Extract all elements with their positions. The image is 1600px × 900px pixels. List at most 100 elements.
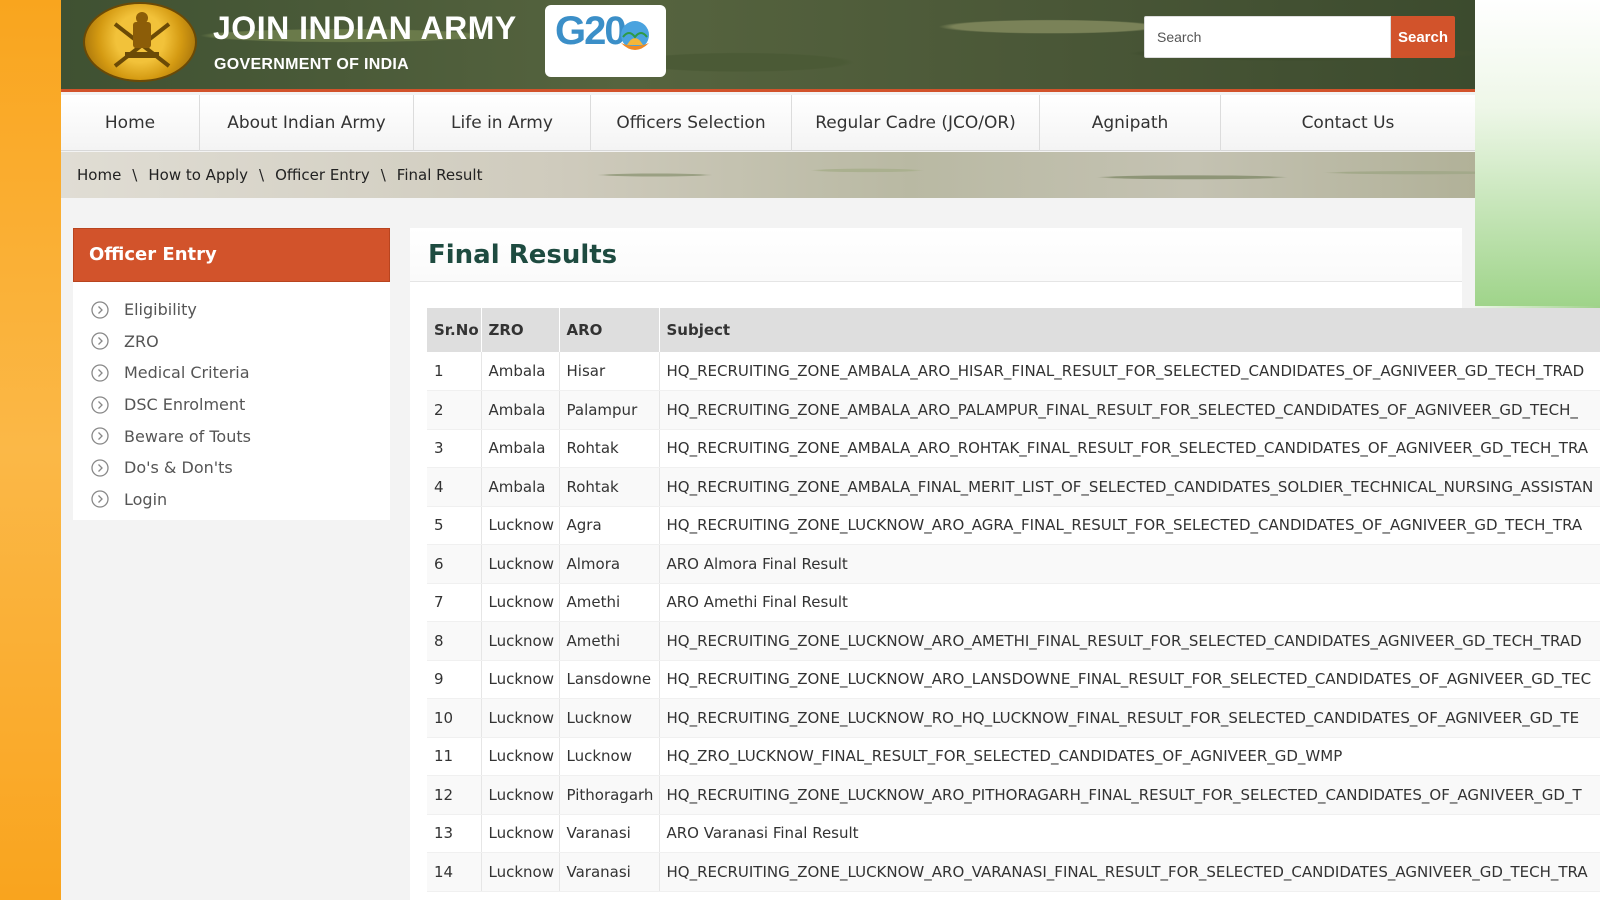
- table-row: 13 Lucknow Varanasi ARO Varanasi Final Resu…: [427, 814, 1600, 853]
- cell-zro: Lucknow: [481, 775, 560, 815]
- cell-subject[interactable]: HQ_RECRUITING_ZONE_AMBALA_ARO_PALAMPUR_F…: [659, 390, 1600, 430]
- cell-subject[interactable]: ARO Almora Final Result: [659, 544, 1600, 584]
- chevron-circle-right-icon: [91, 364, 109, 382]
- sidebar-item-eligibility[interactable]: Eligibility: [73, 294, 390, 326]
- cell-subject[interactable]: HQ_RECRUITING_ZONE_LUCKNOW_RO_HQ_LUCKNOW…: [659, 698, 1600, 738]
- cell-subject[interactable]: HQ_RECRUITING_ZONE_AMBALA_ARO_ROHTAK_FIN…: [659, 429, 1600, 468]
- saffron-side-stripe: [0, 0, 61, 900]
- nav-item-officers-selection[interactable]: Officers Selection: [591, 95, 792, 151]
- cell-zro: Ambala: [481, 352, 560, 391]
- site-subtitle: GOVERNMENT OF INDIA: [214, 56, 410, 73]
- results-table: Sr.No ZRO ARO Subject 1 Ambala Hisar HQ_REC…: [427, 308, 1600, 892]
- g20-logo: G20: [545, 5, 666, 77]
- table-row: 12 Lucknow Pithoragarh HQ_RECRUITING_ZONE_L…: [427, 775, 1600, 815]
- cell-zro: Ambala: [481, 467, 560, 507]
- cell-zro: Lucknow: [481, 583, 560, 622]
- cell-zro: Ambala: [481, 390, 560, 430]
- table-row: 10 Lucknow Lucknow HQ_RECRUITING_ZONE_LUCKN…: [427, 698, 1600, 738]
- chevron-circle-right-icon: [91, 332, 109, 351]
- nav-item-life-in-army[interactable]: Life in Army: [414, 95, 591, 151]
- chevron-circle-right-icon: [91, 459, 109, 477]
- lotus-globe-icon: [621, 21, 649, 50]
- cell-aro: Varanasi: [559, 814, 660, 853]
- cell-subject[interactable]: HQ_ZRO_LUCKNOW_FINAL_RESULT_FOR_SELECTED…: [659, 737, 1600, 776]
- cell-sr-no: 7: [427, 583, 482, 622]
- nav-item-contact-us[interactable]: Contact Us: [1221, 95, 1475, 151]
- content-title-bar: Final Results: [410, 228, 1462, 282]
- sidebar-item-label: DSC Enrolment: [124, 395, 246, 415]
- main-nav: Home About Indian Army Life in Army Offi…: [61, 95, 1475, 151]
- cell-aro: Rohtak: [559, 467, 660, 507]
- cell-zro: Lucknow: [481, 544, 560, 584]
- search-button[interactable]: Search: [1391, 16, 1455, 58]
- cell-aro: Lansdowne: [559, 660, 660, 699]
- cell-sr-no: 6: [427, 544, 482, 584]
- cell-sr-no: 1: [427, 352, 482, 391]
- nav-item-about-indian-army[interactable]: About Indian Army: [200, 95, 414, 151]
- sidebar-item-medical-criteria[interactable]: Medical Criteria: [73, 357, 390, 389]
- nav-item-agnipath[interactable]: Agnipath: [1040, 95, 1221, 151]
- cell-zro: Lucknow: [481, 814, 560, 853]
- column-header-subject: Subject: [659, 308, 1600, 352]
- sidebar-item-dos-donts[interactable]: Do's & Don'ts: [73, 452, 390, 484]
- cell-zro: Lucknow: [481, 621, 560, 661]
- cell-aro: Amethi: [559, 583, 660, 622]
- cell-aro: Lucknow: [559, 698, 660, 738]
- chevron-circle-right-icon: [91, 427, 109, 445]
- table-header-row: Sr.No ZRO ARO Subject: [427, 308, 1600, 352]
- cell-subject[interactable]: HQ_RECRUITING_ZONE_LUCKNOW_ARO_AMETHI_FI…: [659, 621, 1600, 661]
- column-header-sr-no: Sr.No: [427, 308, 482, 352]
- breadcrumb-separator: \: [259, 166, 265, 184]
- cell-sr-no: 3: [427, 429, 482, 468]
- cell-sr-no: 11: [427, 737, 482, 776]
- breadcrumb: Home \ How to Apply \ Officer Entry \ Fi…: [61, 152, 1475, 198]
- table-row: 1 Ambala Hisar HQ_RECRUITING_ZONE_AMBALA_AR…: [427, 352, 1600, 391]
- cell-subject[interactable]: ARO Varanasi Final Result: [659, 814, 1600, 853]
- cell-aro: Almora: [559, 544, 660, 584]
- breadcrumb-item-home[interactable]: Home: [77, 166, 121, 184]
- cell-zro: Lucknow: [481, 660, 560, 699]
- cell-sr-no: 2: [427, 390, 482, 430]
- table-row: 4 Ambala Rohtak HQ_RECRUITING_ZONE_AMBALA_F…: [427, 467, 1600, 507]
- nav-item-regular-cadre[interactable]: Regular Cadre (JCO/OR): [792, 95, 1040, 151]
- sidebar: Officer Entry Eligibility ZRO Medical Cr…: [73, 228, 390, 520]
- sidebar-item-beware-of-touts[interactable]: Beware of Touts: [73, 420, 390, 452]
- chevron-circle-right-icon: [91, 395, 109, 414]
- search-input[interactable]: [1144, 16, 1391, 58]
- cell-sr-no: 14: [427, 852, 482, 892]
- sidebar-item-label: Do's & Don'ts: [124, 458, 233, 478]
- results-table-body: 1 Ambala Hisar HQ_RECRUITING_ZONE_AMBALA_AR…: [427, 352, 1600, 892]
- breadcrumb-item-officer-entry[interactable]: Officer Entry: [275, 166, 370, 184]
- chevron-circle-right-icon: [91, 301, 109, 319]
- cell-subject[interactable]: HQ_RECRUITING_ZONE_LUCKNOW_ARO_VARANASI_…: [659, 852, 1600, 892]
- cell-subject[interactable]: HQ_RECRUITING_ZONE_LUCKNOW_ARO_PITHORAGA…: [659, 775, 1600, 815]
- cell-sr-no: 13: [427, 814, 482, 853]
- cell-aro: Varanasi: [559, 852, 660, 892]
- sidebar-item-login[interactable]: Login: [73, 484, 390, 516]
- table-row: 9 Lucknow Lansdowne HQ_RECRUITING_ZONE_LUCK…: [427, 660, 1600, 699]
- cell-sr-no: 10: [427, 698, 482, 738]
- table-row: 14 Lucknow Varanasi HQ_RECRUITING_ZONE_LUCK…: [427, 852, 1600, 892]
- sidebar-item-dsc-enrolment[interactable]: DSC Enrolment: [73, 389, 390, 421]
- sidebar-item-label: Login: [124, 489, 168, 509]
- cell-aro: Amethi: [559, 621, 660, 661]
- cell-subject[interactable]: HQ_RECRUITING_ZONE_LUCKNOW_ARO_LANSDOWNE…: [659, 660, 1600, 699]
- cell-zro: Ambala: [481, 429, 560, 468]
- sidebar-list: Eligibility ZRO Medical Criteria DSC Enr…: [73, 282, 390, 515]
- cell-sr-no: 4: [427, 467, 482, 507]
- cell-subject[interactable]: HQ_RECRUITING_ZONE_AMBALA_FINAL_MERIT_LI…: [659, 467, 1600, 507]
- cell-subject[interactable]: HQ_RECRUITING_ZONE_LUCKNOW_ARO_AGRA_FINA…: [659, 506, 1600, 545]
- cell-aro: Pithoragarh: [559, 775, 660, 815]
- sidebar-item-label: Beware of Touts: [124, 426, 251, 446]
- site-title: JOIN INDIAN ARMY: [213, 10, 517, 46]
- cell-subject[interactable]: ARO Amethi Final Result: [659, 583, 1600, 622]
- nav-item-home[interactable]: Home: [61, 95, 200, 151]
- cell-aro: Hisar: [559, 352, 660, 391]
- table-row: 2 Ambala Palampur HQ_RECRUITING_ZONE_AMBALA…: [427, 390, 1600, 430]
- sidebar-item-zro[interactable]: ZRO: [73, 326, 390, 358]
- cell-subject[interactable]: HQ_RECRUITING_ZONE_AMBALA_ARO_HISAR_FINA…: [659, 352, 1600, 391]
- table-row: 7 Lucknow Amethi ARO Amethi Final Result: [427, 583, 1600, 622]
- breadcrumb-item-how-to-apply[interactable]: How to Apply: [148, 166, 248, 184]
- cell-aro: Palampur: [559, 390, 660, 430]
- army-emblem-icon[interactable]: [83, 2, 197, 82]
